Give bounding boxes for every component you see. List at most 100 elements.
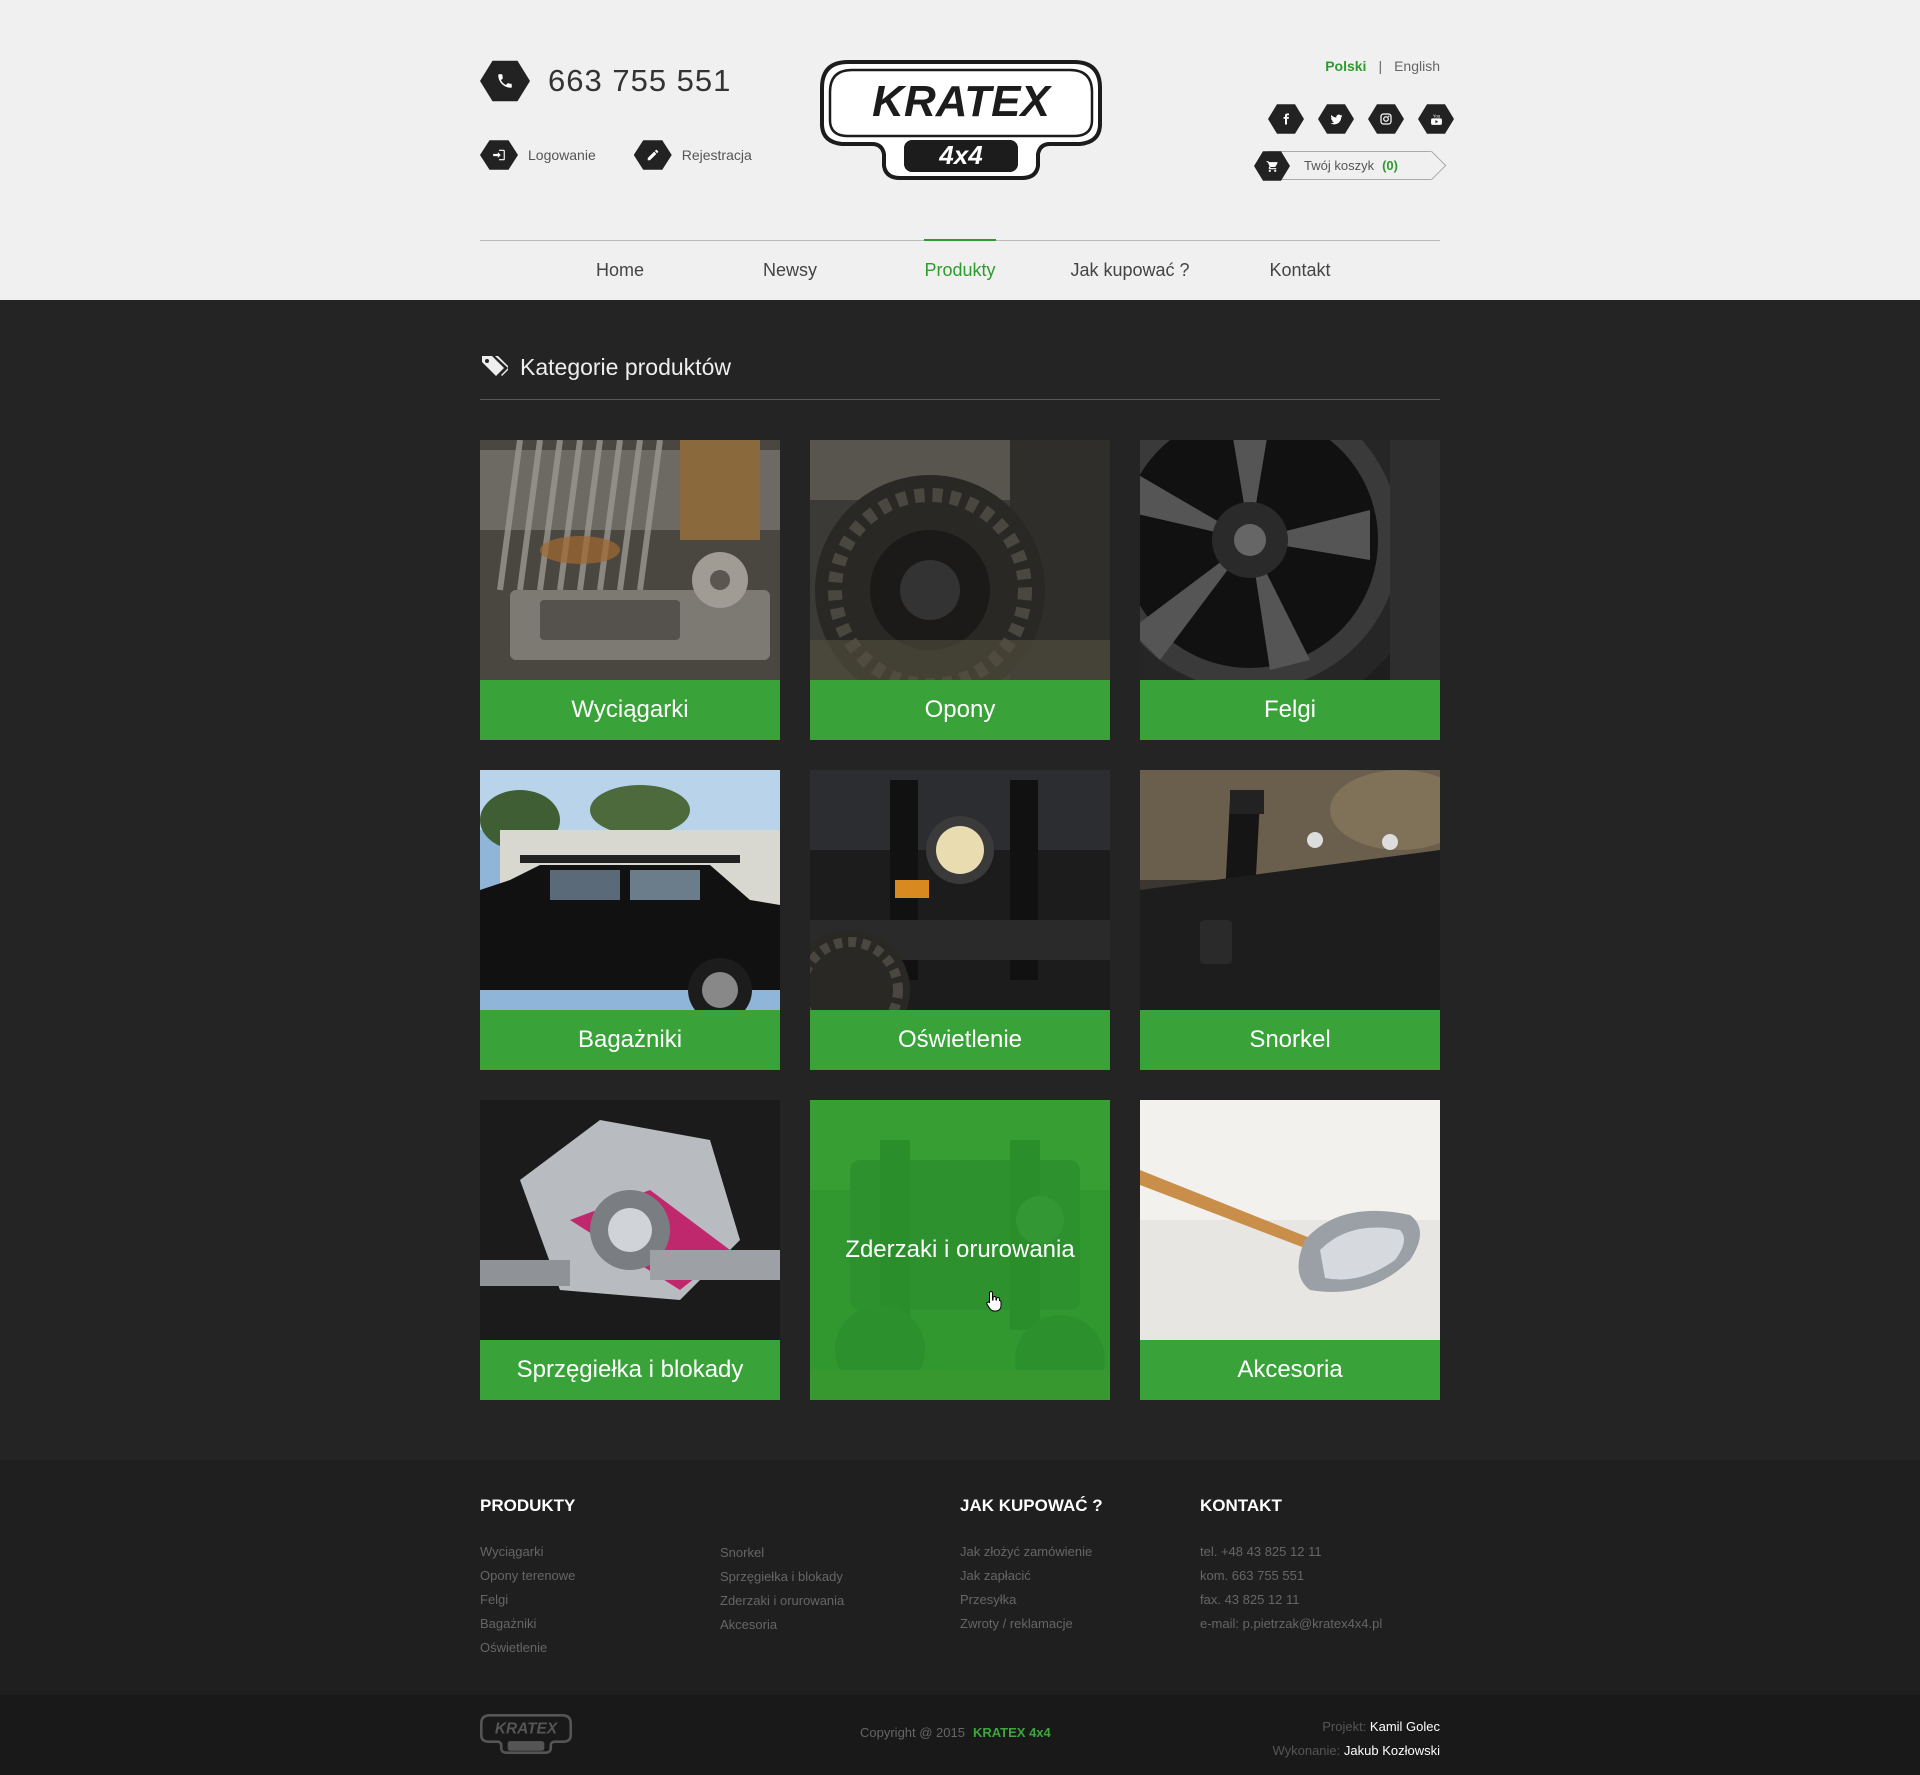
footer-link[interactable]: Jak złożyć zamówienie: [960, 1540, 1103, 1564]
register-label: Rejestracja: [681, 147, 752, 163]
lang-separator: |: [1378, 58, 1383, 74]
footer: PRODUKTY Wyciągarki Opony terenowe Felgi…: [0, 1460, 1920, 1695]
roof-rack-image: [480, 770, 780, 1010]
svg-text:4x4: 4x4: [938, 140, 983, 170]
login-icon: [480, 140, 518, 170]
footer-link[interactable]: Opony terenowe: [480, 1564, 575, 1588]
category-tile[interactable]: Oświetlenie: [810, 770, 1110, 1070]
copyright: Copyright @ 2015 KRATEX 4x4: [860, 1725, 1051, 1740]
footer-jak-kupowac: JAK KUPOWAĆ ? Jak złożyć zamówienie Jak …: [960, 1496, 1103, 1636]
nav-home[interactable]: Home: [535, 241, 705, 300]
shovel-image: [1140, 1100, 1440, 1340]
instagram-icon[interactable]: [1368, 104, 1404, 134]
login-label: Logowanie: [528, 147, 596, 163]
footer-contact-kom: kom. 663 755 551: [1200, 1568, 1305, 1583]
category-tile[interactable]: Bagażniki: [480, 770, 780, 1070]
projekt-label: Projekt:: [1322, 1719, 1367, 1734]
cart-count: (0): [1382, 158, 1398, 173]
footer-link[interactable]: Akcesoria: [720, 1613, 844, 1637]
footer-kontakt: KONTAKT tel. +48 43 825 12 11 kom. 663 7…: [1200, 1496, 1382, 1636]
category-label: Zderzaki i orurowania: [845, 1236, 1075, 1263]
twitter-icon[interactable]: [1318, 104, 1354, 134]
footer-link[interactable]: Snorkel: [720, 1541, 844, 1565]
kratex-logo[interactable]: KRATEX 4x4: [818, 58, 1104, 182]
footer-link[interactable]: Felgi: [480, 1588, 575, 1612]
youtube-icon[interactable]: You: [1418, 104, 1454, 134]
projekt-name: Kamil Golec: [1369, 1719, 1440, 1734]
winch-image: [480, 440, 780, 680]
category-hover-overlay: Zderzaki i orurowania: [810, 1100, 1110, 1400]
nav-kontakt[interactable]: Kontakt: [1215, 241, 1385, 300]
lang-polski[interactable]: Polski: [1325, 58, 1366, 74]
nav-produkty[interactable]: Produkty: [875, 239, 1045, 300]
footer-link[interactable]: Bagażniki: [480, 1612, 575, 1636]
language-switcher: Polski | English: [1000, 58, 1440, 74]
main-nav: Home Newsy Produkty Jak kupować ? Kontak…: [480, 239, 1440, 300]
cart-button[interactable]: Twój koszyk (0): [1254, 149, 1440, 182]
footer-jak-title: JAK KUPOWAĆ ?: [960, 1496, 1103, 1515]
differential-image: [480, 1100, 780, 1340]
footer-link[interactable]: Jak zapłacić: [960, 1564, 1103, 1588]
footer-contact-fax: fax. 43 825 12 11: [1200, 1592, 1300, 1607]
hand-cursor-icon: [986, 1290, 1002, 1312]
footer-link[interactable]: Sprzęgiełka i blokady: [720, 1565, 844, 1589]
footer-link[interactable]: Zwroty / reklamacje: [960, 1612, 1103, 1636]
register-link[interactable]: Rejestracja: [633, 139, 752, 171]
wykonanie-label: Wykonanie:: [1272, 1743, 1341, 1758]
footer-produkty-col2: Snorkel Sprzęgiełka i blokady Zderzaki i…: [720, 1541, 844, 1637]
phone-icon: [480, 60, 530, 102]
category-tile[interactable]: Felgi: [1140, 440, 1440, 740]
category-tile[interactable]: Wyciągarki: [480, 440, 780, 740]
footer-logo[interactable]: KRATEX: [480, 1713, 572, 1755]
phone-number: 663 755 551: [548, 63, 732, 98]
footer-produkty-title: PRODUKTY: [480, 1496, 576, 1515]
category-tile[interactable]: Opony: [810, 440, 1110, 740]
category-label: Akcesoria: [1140, 1340, 1440, 1400]
snorkel-image: [1140, 770, 1440, 1010]
nav-newsy[interactable]: Newsy: [705, 241, 875, 300]
svg-text:KRATEX: KRATEX: [872, 77, 1052, 126]
social-links: You: [1254, 103, 1454, 135]
footer-link[interactable]: Oświetlenie: [480, 1636, 575, 1660]
copyright-brand: KRATEX 4x4: [972, 1725, 1051, 1740]
copyright-text: Copyright @ 2015: [860, 1725, 965, 1740]
bottom-bar: KRATEX Copyright @ 2015 KRATEX 4x4 Projek…: [0, 1695, 1920, 1775]
section-title: Kategorie produktów: [520, 354, 731, 380]
header: 663 755 551 Logowanie Rejestracja KRATEX…: [0, 0, 1920, 300]
nav-jak-kupowac[interactable]: Jak kupować ?: [1045, 241, 1215, 300]
svg-text:KRATEX: KRATEX: [495, 1720, 559, 1737]
tire-image: [810, 440, 1110, 680]
lang-english[interactable]: English: [1394, 58, 1440, 74]
category-label: Snorkel: [1140, 1010, 1440, 1070]
section-header: Kategorie produktów: [480, 354, 1440, 400]
footer-contact-tel: tel. +48 43 825 12 11: [1200, 1544, 1322, 1559]
category-label: Oświetlenie: [810, 1010, 1110, 1070]
category-tile[interactable]: Sprzęgiełka i blokady: [480, 1100, 780, 1400]
category-tile[interactable]: Snorkel: [1140, 770, 1440, 1070]
cart-label: Twój koszyk: [1304, 158, 1375, 173]
category-tile-active[interactable]: Zderzaki i orurowania: [810, 1100, 1110, 1400]
footer-kontakt-title: KONTAKT: [1200, 1496, 1282, 1515]
edit-icon: [633, 140, 672, 170]
footer-link[interactable]: Wyciągarki: [480, 1540, 575, 1564]
category-label: Felgi: [1140, 680, 1440, 740]
footer-link[interactable]: Zderzaki i orurowania: [720, 1589, 844, 1613]
lights-image: [810, 770, 1110, 1010]
category-label: Wyciągarki: [480, 680, 780, 740]
main-content: Kategorie produktów Wyciągarki Opony Fel…: [0, 300, 1920, 1460]
footer-contact-email[interactable]: e-mail: p.pietrzak@kratex4x4.pl: [1200, 1612, 1382, 1636]
facebook-icon[interactable]: [1268, 104, 1304, 134]
category-label: Sprzęgiełka i blokady: [480, 1340, 780, 1400]
category-label: Bagażniki: [480, 1010, 780, 1070]
tags-icon: [482, 356, 508, 376]
svg-text:You: You: [1432, 113, 1440, 118]
login-link[interactable]: Logowanie: [480, 139, 596, 171]
wykonanie-name: Jakub Kozłowski: [1343, 1743, 1440, 1758]
rim-image: [1140, 440, 1440, 680]
footer-link[interactable]: Przesyłka: [960, 1588, 1103, 1612]
cart-bar: Twój koszyk (0): [1268, 151, 1432, 180]
credits: Projekt: Kamil Golec Wykonanie: Jakub Ko…: [1272, 1715, 1440, 1763]
category-label: Opony: [810, 680, 1110, 740]
category-tile[interactable]: Akcesoria: [1140, 1100, 1440, 1400]
footer-produkty: PRODUKTY Wyciągarki Opony terenowe Felgi…: [480, 1496, 575, 1660]
